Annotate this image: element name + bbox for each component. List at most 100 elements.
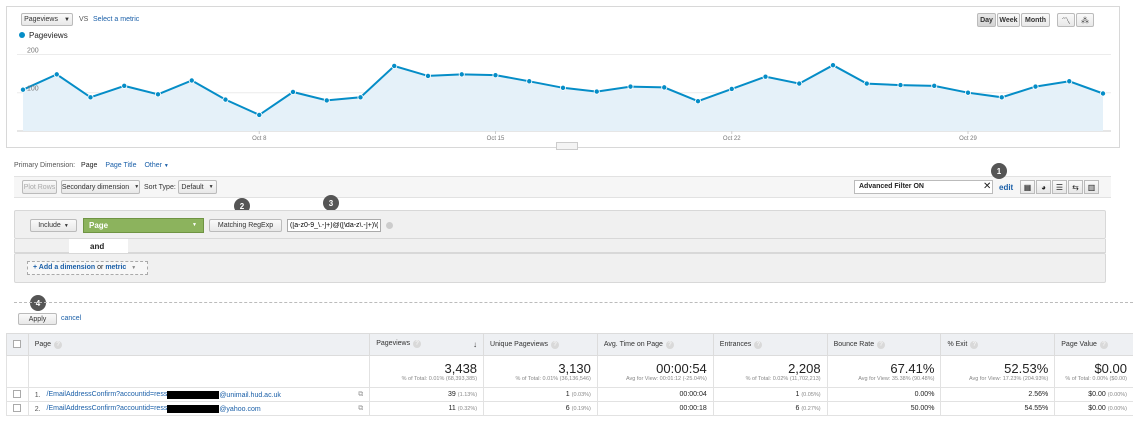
- header-entrances[interactable]: Entrances?: [712, 333, 828, 356]
- add-dimension-or-metric[interactable]: + Add a dimension or metric ▼: [27, 261, 148, 275]
- chevron-down-icon: ▼: [192, 222, 197, 228]
- help-icon[interactable]: ?: [754, 340, 763, 349]
- data-point[interactable]: [830, 62, 837, 69]
- match-type-select[interactable]: Matching RegExp: [209, 219, 282, 232]
- primary-dimension-page[interactable]: Page: [81, 162, 97, 169]
- data-point[interactable]: [728, 85, 735, 92]
- chevron-down-icon: ▼: [163, 163, 169, 169]
- data-point[interactable]: [627, 83, 634, 90]
- row-checkbox[interactable]: [13, 389, 21, 398]
- y-tick-label: 200: [27, 47, 39, 54]
- add-dimension-link[interactable]: + Add a dimension: [33, 264, 95, 271]
- data-table: Page? Pageviews? ↓ Unique Pageviews? Avg.…: [6, 333, 1133, 416]
- data-point[interactable]: [661, 84, 668, 91]
- select-all-cell[interactable]: [6, 333, 29, 356]
- data-point[interactable]: [526, 78, 533, 85]
- chevron-down-icon: ▼: [208, 184, 214, 190]
- header-label: Page: [34, 340, 52, 348]
- add-metric-link[interactable]: metric: [105, 264, 126, 271]
- data-point[interactable]: [593, 88, 600, 95]
- external-link-icon[interactable]: ⧉: [358, 391, 363, 399]
- data-point[interactable]: [897, 82, 904, 89]
- view-pie-button[interactable]: ◕: [1036, 180, 1051, 194]
- data-point[interactable]: [1032, 83, 1039, 90]
- data-point[interactable]: [391, 62, 398, 69]
- chart-resize-handle[interactable]: [556, 142, 578, 150]
- data-point[interactable]: [492, 72, 499, 79]
- redaction-bar: [167, 404, 220, 413]
- row-page-link-end[interactable]: @unimail.hud.ac.uk: [219, 391, 281, 398]
- filter-dimension-select[interactable]: Page ▼: [83, 218, 204, 233]
- header-page[interactable]: Page?: [27, 333, 371, 356]
- help-icon[interactable]: ?: [877, 340, 886, 349]
- secondary-dimension-select[interactable]: Secondary dimension ▼: [61, 180, 140, 194]
- and-label: and: [90, 242, 105, 251]
- data-point[interactable]: [796, 80, 803, 87]
- row-page-link[interactable]: /EmailAddressConfirm?accountid=ress: [47, 391, 168, 398]
- view-comparison-button[interactable]: ⇆: [1068, 180, 1083, 194]
- data-point[interactable]: [188, 77, 195, 84]
- view-pivot-button[interactable]: ▥: [1084, 180, 1099, 194]
- header-exit[interactable]: % Exit?: [940, 333, 1056, 356]
- view-performance-button[interactable]: ☰: [1052, 180, 1067, 194]
- view-data-table-button[interactable]: ▦: [1020, 180, 1035, 194]
- external-link-icon[interactable]: ⧉: [358, 405, 363, 413]
- data-point[interactable]: [53, 71, 60, 78]
- help-icon[interactable]: ?: [54, 340, 63, 349]
- data-point[interactable]: [424, 72, 431, 79]
- header-unique-pageviews[interactable]: Unique Pageviews?: [483, 333, 598, 356]
- help-icon[interactable]: ?: [665, 340, 674, 349]
- edit-filter-link[interactable]: edit: [999, 183, 1013, 192]
- total-entrances: 2,208% of Total: 0.02% (11,702,213): [712, 355, 828, 388]
- clear-filter-icon[interactable]: ✕: [983, 181, 991, 193]
- data-point[interactable]: [560, 84, 567, 91]
- sort-type-select[interactable]: Default ▼: [178, 180, 217, 194]
- data-point[interactable]: [762, 73, 769, 80]
- data-point[interactable]: [695, 98, 702, 105]
- header-bounce-rate[interactable]: Bounce Rate?: [826, 333, 942, 356]
- data-point[interactable]: [357, 94, 364, 101]
- cancel-link[interactable]: cancel: [61, 315, 81, 322]
- add-or-label: or: [97, 264, 104, 271]
- plot-rows-button[interactable]: Plot Rows: [22, 180, 57, 194]
- data-point[interactable]: [1100, 90, 1107, 97]
- data-point[interactable]: [998, 94, 1005, 101]
- chevron-down-icon: ▼: [131, 265, 137, 271]
- help-icon[interactable]: ?: [413, 340, 422, 348]
- data-point[interactable]: [1066, 78, 1073, 85]
- data-point[interactable]: [323, 97, 330, 104]
- help-icon[interactable]: ?: [551, 340, 560, 349]
- primary-dimension-other[interactable]: Other: [144, 162, 162, 169]
- header-avg-time[interactable]: Avg. Time on Page?: [596, 333, 714, 356]
- advanced-filter-field[interactable]: Advanced Filter ON: [854, 180, 993, 194]
- data-point[interactable]: [154, 91, 161, 98]
- y-tick-label: 100: [27, 86, 39, 93]
- help-icon[interactable]: ?: [970, 340, 979, 349]
- table-row: 2. /EmailAddressConfirm?accountid=ress @y…: [6, 401, 1133, 416]
- remove-condition-icon[interactable]: [386, 222, 393, 229]
- row-checkbox[interactable]: [13, 403, 21, 412]
- total-value: $0.00% of Total: 0.00% ($0.00): [1054, 355, 1133, 388]
- data-point[interactable]: [222, 96, 229, 103]
- apply-button[interactable]: Apply: [18, 313, 57, 325]
- data-point[interactable]: [863, 80, 870, 87]
- help-icon[interactable]: ?: [1099, 340, 1108, 349]
- header-page-value[interactable]: Page Value?: [1054, 333, 1133, 356]
- table-row: 1. /EmailAddressConfirm?accountid=ress @u…: [6, 387, 1133, 402]
- x-tick-label: Oct 8: [252, 136, 267, 142]
- select-all-checkbox[interactable]: [13, 339, 21, 348]
- data-point[interactable]: [965, 89, 972, 96]
- header-pageviews[interactable]: Pageviews? ↓: [369, 333, 485, 356]
- data-point[interactable]: [289, 88, 296, 95]
- data-point[interactable]: [19, 86, 26, 93]
- row-page-link[interactable]: /EmailAddressConfirm?accountid=ress: [47, 405, 168, 412]
- data-point[interactable]: [121, 82, 128, 89]
- data-point[interactable]: [87, 94, 94, 101]
- include-select[interactable]: Include ▼: [30, 219, 77, 232]
- primary-dimension-page-title[interactable]: Page Title: [105, 162, 136, 169]
- regex-input[interactable]: [287, 219, 381, 232]
- data-point[interactable]: [931, 82, 938, 89]
- data-point[interactable]: [458, 71, 465, 78]
- row-page-link-end[interactable]: @yahoo.com: [219, 405, 260, 412]
- data-point[interactable]: [256, 111, 263, 118]
